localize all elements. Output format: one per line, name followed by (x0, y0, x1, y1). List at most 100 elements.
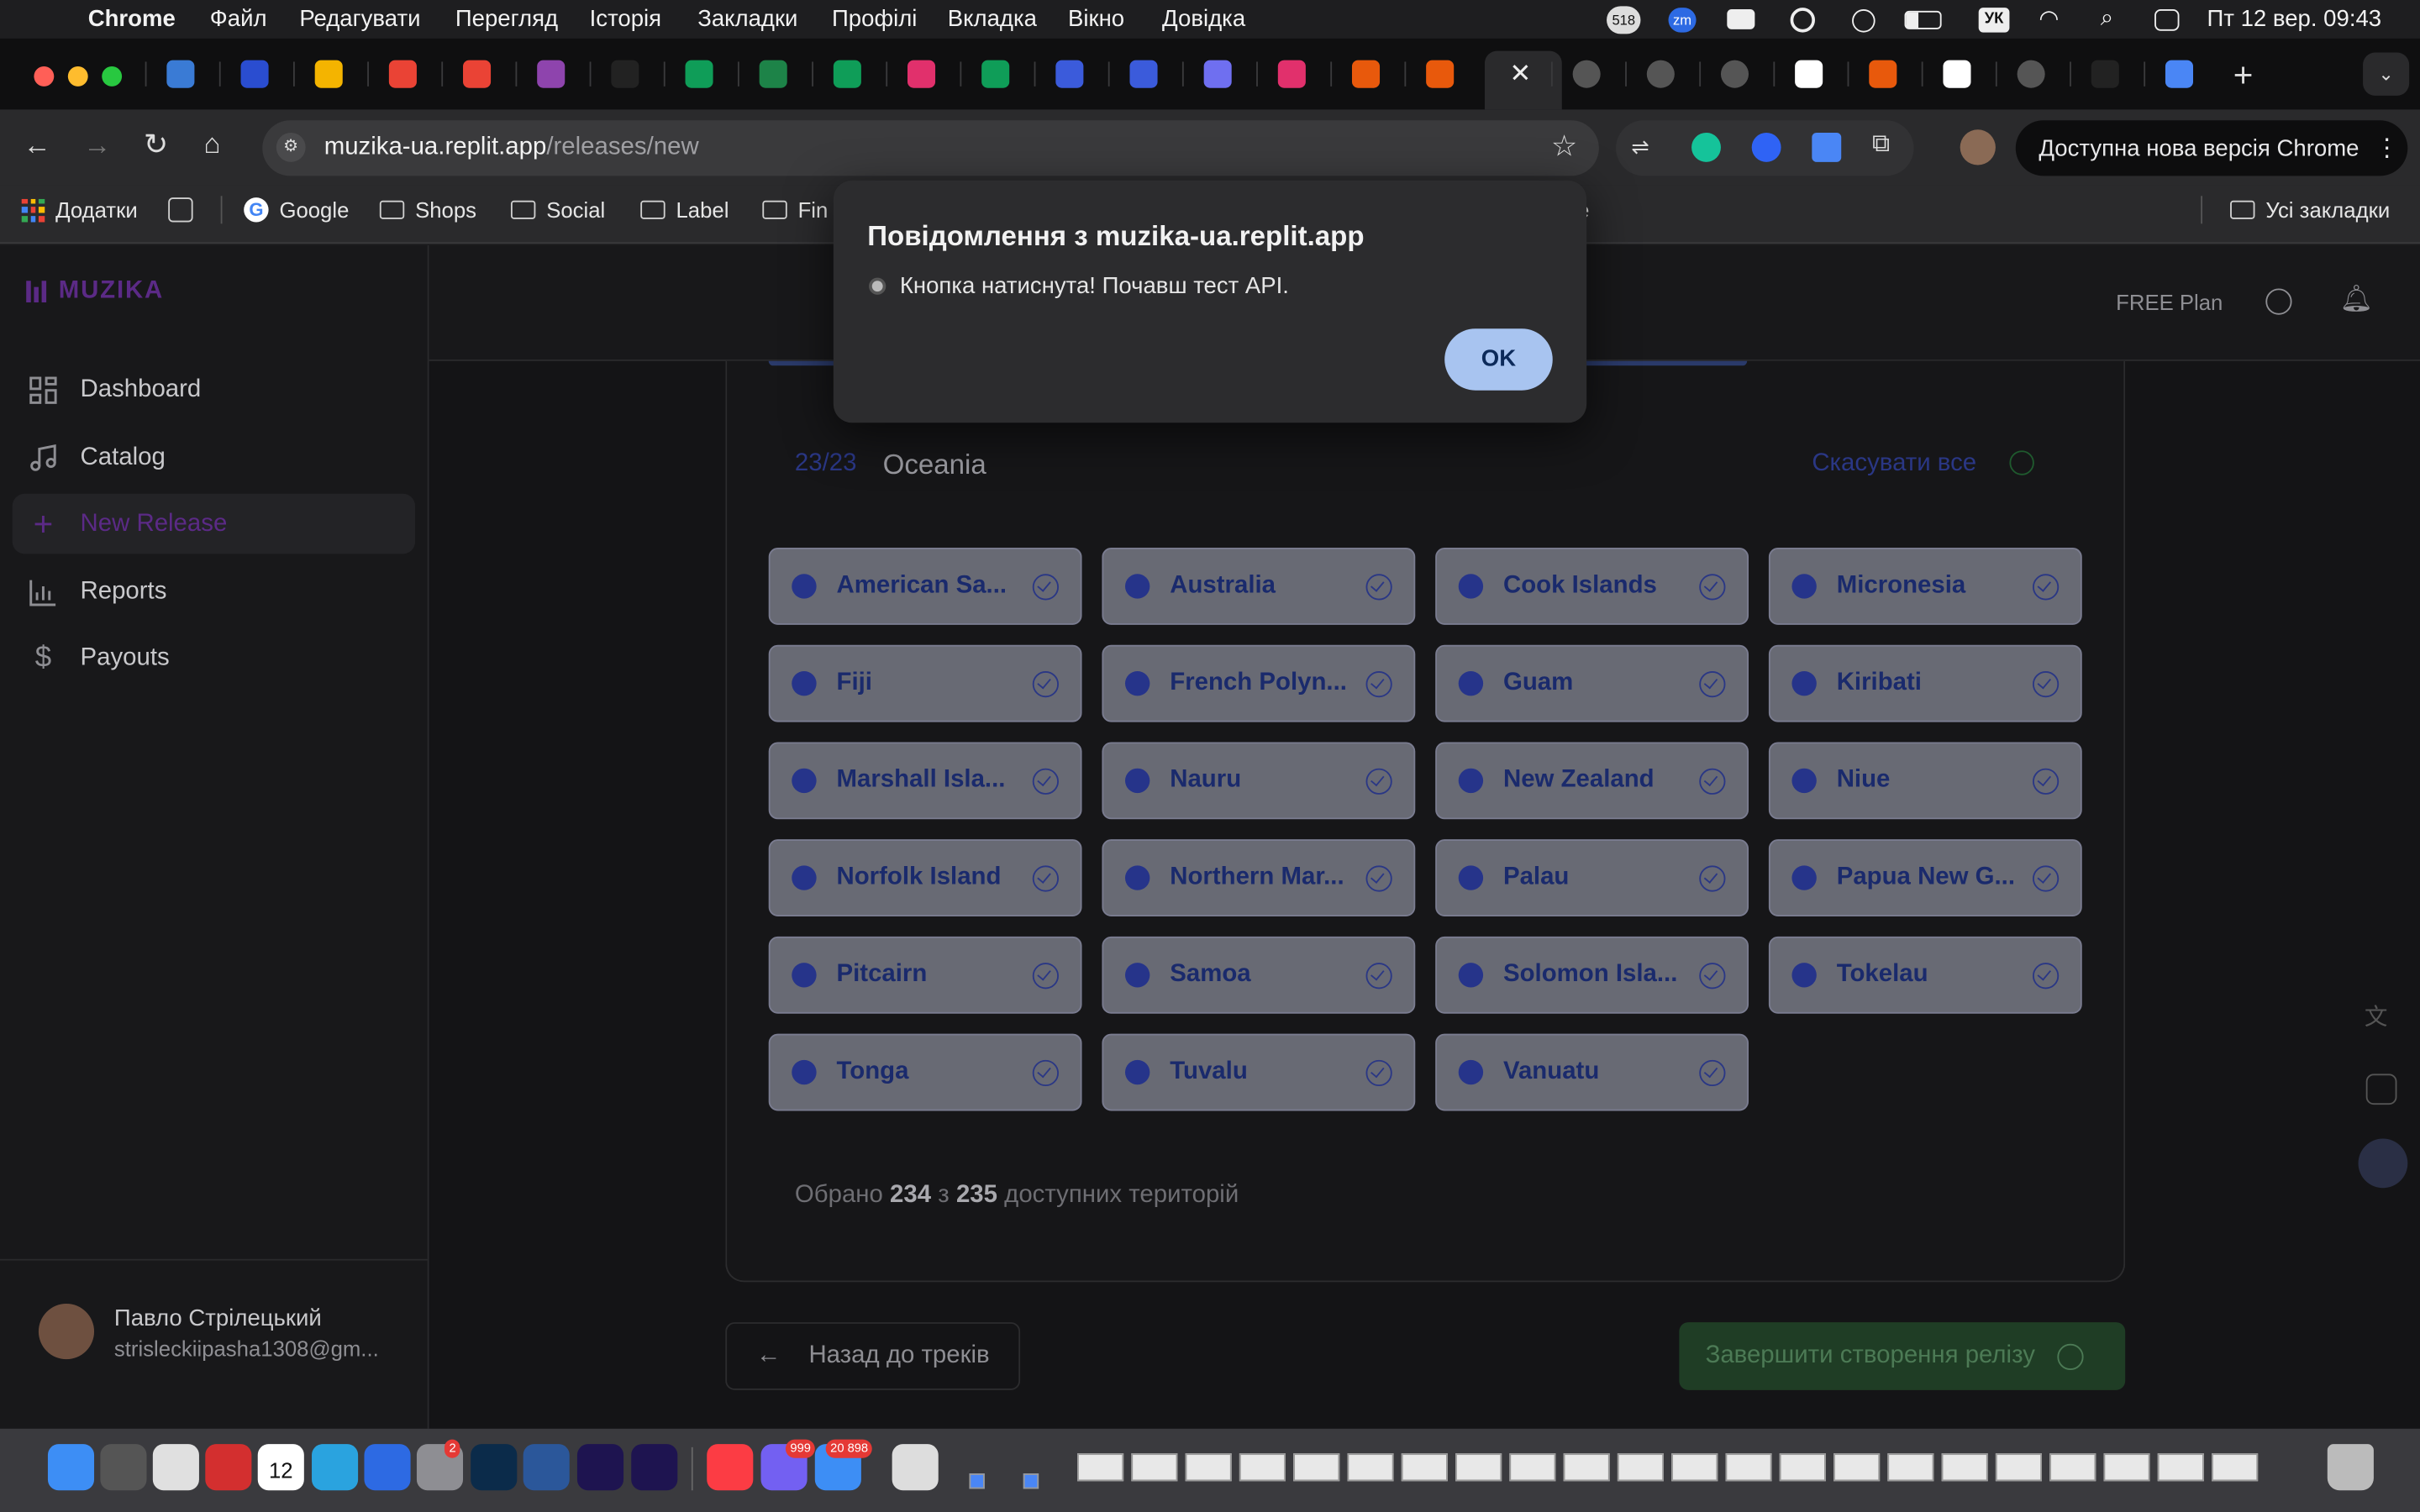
status-badge-icon[interactable]: 518 (1607, 6, 1641, 34)
country-chip[interactable]: Australia (1102, 548, 1416, 625)
menu-item-edit[interactable]: Редагувати (299, 6, 420, 32)
country-chip[interactable]: French Polyn... (1102, 644, 1416, 722)
chat-status-icon[interactable] (1727, 9, 1755, 29)
extension-iq-icon[interactable] (1751, 132, 1781, 162)
address-bar[interactable]: ⚙ muzika-ua.replit.app/releases/new ☆ (262, 120, 1599, 176)
close-tab-icon[interactable]: ✕ (1509, 59, 1531, 90)
tab-favicon-icon[interactable] (2165, 60, 2193, 88)
country-chip[interactable]: Kiribati (1768, 644, 2082, 722)
minimized-window-thumbnail[interactable] (1833, 1453, 1881, 1482)
country-chip[interactable]: Papua New G... (1768, 839, 2082, 917)
input-language[interactable]: УК (1978, 8, 2010, 33)
play-status-icon[interactable] (1852, 9, 1876, 33)
url-text[interactable]: muzika-ua.replit.app/releases/new (324, 134, 699, 162)
menu-item-profiles[interactable]: Профілі (832, 6, 917, 32)
minimized-window-thumbnail[interactable] (1347, 1453, 1394, 1482)
tab-favicon-icon[interactable] (1646, 60, 1675, 88)
tab-favicon-icon[interactable] (1129, 60, 1158, 88)
chrome-update-button[interactable]: Доступна нова версія Chrome ⋮ (2015, 120, 2408, 176)
site-info-icon[interactable]: ⚙ (276, 132, 306, 162)
tab-favicon-icon[interactable] (388, 60, 417, 88)
more-menu-icon[interactable]: ⋮ (2375, 133, 2399, 164)
back-to-tracks-button[interactable]: ← Назад до треків (725, 1322, 1021, 1390)
minimized-window-thumbnail[interactable] (1671, 1453, 1718, 1482)
minimized-window-thumbnail[interactable] (1563, 1453, 1610, 1482)
minimized-window-thumbnail[interactable] (1023, 1473, 1039, 1489)
zoom-icon[interactable] (364, 1444, 411, 1491)
tab-favicon-icon[interactable] (537, 60, 566, 88)
forward-icon[interactable]: → (83, 129, 111, 162)
minimized-window-thumbnail[interactable] (1239, 1453, 1286, 1482)
minimized-window-thumbnail[interactable] (1293, 1453, 1340, 1482)
tab-favicon-icon[interactable] (833, 60, 861, 88)
country-chip[interactable]: Micronesia (1768, 548, 2082, 625)
tab-favicon-icon[interactable] (166, 60, 195, 88)
menu-item-help[interactable]: Довідка (1162, 6, 1245, 32)
tab-favicon-icon[interactable] (1720, 60, 1749, 88)
tab-favicon-icon[interactable] (2091, 60, 2119, 88)
minimized-window-thumbnail[interactable] (1779, 1453, 1826, 1482)
tab-search-icon[interactable]: ⌄ (2363, 52, 2410, 96)
photoshop-icon[interactable] (471, 1444, 518, 1491)
translate-widget-icon[interactable]: 文 (2365, 1000, 2398, 1033)
tab-favicon-icon[interactable] (908, 60, 936, 88)
country-chip[interactable]: Norfolk Island (768, 839, 1082, 917)
menu-item-file[interactable]: Файл (210, 6, 267, 32)
nav-reports[interactable]: Reports (13, 562, 415, 622)
menu-item-view[interactable]: Перегляд (455, 6, 558, 32)
country-chip[interactable]: Nauru (1102, 742, 1416, 820)
tab-favicon-icon[interactable] (1869, 60, 1897, 88)
close-window-icon[interactable] (34, 66, 55, 87)
home-icon[interactable]: ⌂ (203, 128, 220, 160)
country-chip[interactable]: Tokelau (1768, 936, 2082, 1014)
avatar[interactable] (38, 1304, 95, 1360)
nav-dashboard[interactable]: Dashboard (13, 360, 415, 420)
bookmark-folder-fin[interactable]: Fin (762, 197, 828, 222)
country-chip[interactable]: Cook Islands (1435, 548, 1749, 625)
control-center-icon[interactable] (2154, 9, 2180, 31)
minimized-window-thumbnail[interactable] (1077, 1453, 1124, 1482)
cancel-all-button[interactable]: Скасувати все (1812, 450, 1976, 478)
dialog-ok-button[interactable]: OK (1444, 328, 1553, 391)
minimized-window-thumbnail[interactable] (969, 1473, 985, 1489)
country-chip[interactable]: Northern Mar... (1102, 839, 1416, 917)
menu-item-tab[interactable]: Вкладка (948, 6, 1037, 32)
country-chip[interactable]: New Zealand (1435, 742, 1749, 820)
country-chip[interactable]: Pitcairn (768, 936, 1082, 1014)
tab-favicon-icon[interactable] (463, 60, 492, 88)
search-icon[interactable]: ⌕ (2101, 5, 2113, 31)
tab-favicon-icon[interactable] (1055, 60, 1084, 88)
minimized-window-thumbnail[interactable] (1995, 1453, 2042, 1482)
profile-avatar-icon[interactable] (1960, 129, 1996, 165)
zoom-window-icon[interactable] (102, 66, 123, 87)
wifi-icon[interactable]: ◠ (2039, 5, 2059, 32)
menu-item-bookmarks[interactable]: Закладки (697, 6, 797, 32)
minimized-window-thumbnail[interactable] (1131, 1453, 1178, 1482)
extension-translate-icon[interactable]: ⇌ (1631, 134, 1659, 162)
tab-favicon-icon[interactable] (1572, 60, 1601, 88)
country-chip[interactable]: Fiji (768, 644, 1082, 722)
tab-favicon-icon[interactable] (611, 60, 639, 88)
country-chip[interactable]: Solomon Isla... (1435, 936, 1749, 1014)
extensions-puzzle-icon[interactable]: ⧉ (1872, 131, 1902, 160)
tab-favicon-icon[interactable] (685, 60, 713, 88)
tab-favicon-icon[interactable] (1943, 60, 1971, 88)
tab-favicon-icon[interactable] (240, 60, 269, 88)
tab-favicon-icon[interactable] (1795, 60, 1823, 88)
country-chip[interactable]: Marshall Isla... (768, 742, 1082, 820)
bookmark-google[interactable]: G Google (244, 197, 349, 223)
minimized-window-thumbnail[interactable] (1401, 1453, 1448, 1482)
country-chip[interactable]: Tuvalu (1102, 1033, 1416, 1111)
assistant-widget-icon[interactable] (2358, 1138, 2408, 1189)
google-translate-icon[interactable] (1812, 132, 1842, 162)
country-chip[interactable]: Niue (1768, 742, 2082, 820)
nav-payouts[interactable]: $ Payouts (13, 628, 415, 689)
grammarly-icon[interactable] (1691, 132, 1721, 162)
chrome-icon[interactable] (152, 1444, 199, 1491)
menu-item-history[interactable]: Історія (590, 6, 661, 32)
tab-favicon-icon[interactable] (1203, 60, 1232, 88)
minimize-window-icon[interactable] (67, 66, 88, 87)
word-icon[interactable] (523, 1444, 570, 1491)
premiere-icon[interactable] (576, 1444, 624, 1491)
country-chip[interactable]: Vanuatu (1435, 1033, 1749, 1111)
